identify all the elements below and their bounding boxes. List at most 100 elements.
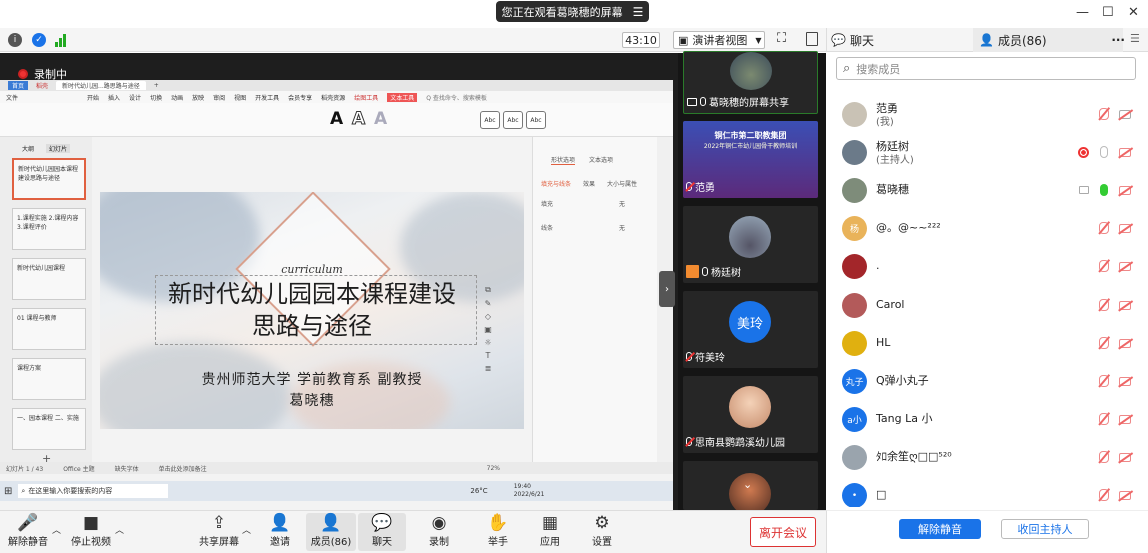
wps-menu-item[interactable]: 稻壳资源 — [321, 93, 345, 102]
camera-off-icon[interactable] — [1119, 110, 1131, 119]
text-style-a-icon[interactable]: A — [330, 109, 343, 129]
slide-thumbnail[interactable]: 401 课程与教师 — [12, 308, 86, 350]
chevron-up-icon[interactable]: ︿ — [115, 523, 124, 536]
menu-icon[interactable]: ☰ — [633, 5, 644, 19]
leave-meeting-button[interactable]: 离开会议 — [750, 517, 816, 547]
slide-thumbnail[interactable]: 3新时代幼儿园课程 — [12, 258, 86, 300]
notes-placeholder[interactable]: 单击此处添加备注 — [159, 464, 207, 473]
mic-off-icon[interactable] — [1099, 260, 1109, 272]
mic-on-icon[interactable] — [1100, 184, 1108, 196]
shape-style-box[interactable]: Abc — [503, 111, 523, 129]
mic-off-icon[interactable] — [1099, 375, 1109, 387]
settings-button[interactable]: ⚙ 设置 — [577, 513, 627, 551]
wps-menu-item[interactable]: 开发工具 — [255, 93, 279, 102]
mic-off-icon[interactable] — [1099, 299, 1109, 311]
participant-row[interactable]: 丸子 Q弹小丸子 — [836, 363, 1136, 400]
wps-menu-item[interactable]: 开始 — [87, 93, 99, 102]
wps-menu-item[interactable]: 放映 — [192, 93, 204, 102]
participant-row[interactable]: 杨廷树 (主持人) — [836, 134, 1136, 171]
layer-icon[interactable]: ⧉ — [485, 285, 491, 295]
current-slide[interactable]: curriculum 新时代幼儿园园本课程建设 思路与途径 贵州师范大学 学前教… — [100, 192, 524, 429]
video-tile[interactable]: 铜仁市第二职教集团 2022年铜仁市幼儿园骨干教师培训 范勇 — [683, 121, 818, 198]
camera-off-icon[interactable] — [1119, 453, 1131, 462]
video-tile[interactable]: 美玲 符美玲 — [683, 291, 818, 368]
text-box-icon[interactable]: T — [486, 351, 491, 360]
collapse-video-panel[interactable]: › — [659, 271, 675, 307]
invite-button[interactable]: 👤 邀请 — [255, 513, 305, 551]
video-button[interactable]: ■ 停止视频 — [65, 513, 117, 551]
unmute-all-button[interactable]: 解除静音 — [899, 519, 981, 539]
mic-off-icon[interactable] — [1099, 108, 1109, 120]
wps-menu-item[interactable]: 视图 — [234, 93, 246, 102]
wps-menu-item[interactable]: 审阅 — [213, 93, 225, 102]
close-button[interactable]: ✕ — [1128, 5, 1139, 20]
doc-icon[interactable]: ≣ — [485, 364, 492, 373]
video-tile[interactable]: 杨廷树 — [683, 206, 818, 283]
participant-row[interactable]: ﾀﾛ余笙ღ□□⁵²⁰ — [836, 439, 1136, 476]
outline-tab[interactable]: 大纲 — [22, 144, 34, 153]
camera-off-icon[interactable] — [1119, 377, 1131, 386]
apps-button[interactable]: ▦ 应用 — [525, 513, 575, 551]
video-tile[interactable]: ⌄ — [683, 461, 818, 510]
shield-icon[interactable]: ✓ — [32, 33, 46, 47]
more-icon[interactable]: ··· — [1111, 33, 1125, 47]
mic-off-icon[interactable] — [1099, 222, 1109, 234]
text-style-a-icon[interactable]: A — [374, 109, 387, 129]
windows-start-icon[interactable]: ⊞ — [4, 486, 12, 497]
sidebar-toggle-icon[interactable] — [806, 32, 818, 46]
mic-off-icon[interactable] — [1099, 337, 1109, 349]
chevron-down-icon[interactable]: ⌄ — [743, 478, 752, 491]
wps-search-hint[interactable]: Q 查找命令、搜索模板 — [426, 93, 487, 102]
wps-menu-item[interactable]: 会员专享 — [288, 93, 312, 102]
mic-off-icon[interactable] — [1099, 489, 1109, 501]
camera-off-icon[interactable] — [1119, 339, 1131, 348]
participant-row[interactable]: 葛晓穗 — [836, 172, 1136, 209]
participant-row[interactable]: 杨 @。@~~²²² — [836, 210, 1136, 247]
reclaim-host-button[interactable]: 收回主持人 — [1001, 519, 1089, 539]
slide-thumbnail[interactable]: 6一、园本课程 二、实施 — [12, 408, 86, 450]
participant-row[interactable]: 范勇 (我) — [836, 96, 1136, 133]
slide-subtitle[interactable]: 贵州师范大学 学前教育系 副教授 葛晓穗 — [100, 370, 524, 412]
wps-tab[interactable]: 新时代幼儿园...路思路与途径 — [56, 81, 146, 90]
zoom-level[interactable]: 72% — [487, 465, 500, 472]
shape-icon[interactable]: ◇ — [485, 312, 491, 321]
crop-icon[interactable]: ▣ — [484, 325, 492, 334]
size-tab[interactable]: 大小与属性 — [607, 179, 637, 188]
mute-button[interactable]: 🎤 解除静音 — [3, 513, 53, 551]
text-options-tab[interactable]: 文本选项 — [589, 155, 613, 165]
share-screen-button[interactable]: ⇪ 共享屏幕 — [193, 513, 245, 551]
new-tab-icon[interactable]: + — [154, 82, 159, 89]
bulb-icon[interactable]: ☼ — [484, 338, 491, 347]
wps-menu-item[interactable]: 插入 — [108, 93, 120, 102]
signal-icon[interactable] — [55, 33, 69, 47]
wps-tab[interactable]: 首页 — [8, 81, 29, 90]
effect-tab[interactable]: 效果 — [583, 179, 595, 188]
wps-menu-item[interactable]: 文本工具 — [387, 92, 418, 102]
chevron-up-icon[interactable]: ︿ — [52, 523, 61, 536]
presenter-view-dropdown[interactable]: ▣ 演讲者视图 ▼ — [673, 31, 765, 49]
camera-off-icon[interactable] — [1119, 148, 1131, 157]
camera-off-icon[interactable] — [1119, 262, 1131, 271]
slide-thumbnail[interactable]: 1新时代幼儿园园本课程建设思路与途径 — [12, 158, 86, 200]
panel-menu-icon[interactable]: ☰ — [1130, 32, 1140, 45]
camera-off-icon[interactable] — [1119, 224, 1131, 233]
camera-off-icon[interactable] — [1119, 415, 1131, 424]
slide-thumbnail[interactable]: 5课程方案 — [12, 358, 86, 400]
info-icon[interactable]: i — [8, 33, 22, 47]
member-search[interactable]: ⌕ 搜索成员 — [836, 57, 1136, 80]
wps-menu-item[interactable]: 切换 — [150, 93, 162, 102]
wps-menu-item[interactable]: 绘图工具 — [354, 93, 378, 102]
record-button[interactable]: ◉ 录制 — [414, 513, 464, 551]
chevron-up-icon[interactable]: ︿ — [242, 523, 251, 536]
video-tile[interactable]: 思南县鹦鹉溪幼儿园 — [683, 376, 818, 453]
taskbar-search[interactable]: ⌕ 在这里输入你要搜索的内容 — [18, 484, 169, 498]
chat-button[interactable]: 💬 聊天 — [358, 513, 406, 551]
video-tile[interactable]: 葛晓穗的屏幕共享 — [683, 51, 818, 114]
text-style-a-icon[interactable]: A — [351, 109, 365, 130]
pen-icon[interactable]: ✎ — [485, 299, 492, 308]
shape-style-box[interactable]: Abc — [480, 111, 500, 129]
slides-tab[interactable]: 幻灯片 — [46, 144, 71, 153]
fill-line-tab[interactable]: 填充与线条 — [541, 179, 571, 188]
prop-row[interactable]: 线条 无 — [541, 223, 649, 233]
members-button[interactable]: 👤 成员(86) — [306, 513, 356, 551]
